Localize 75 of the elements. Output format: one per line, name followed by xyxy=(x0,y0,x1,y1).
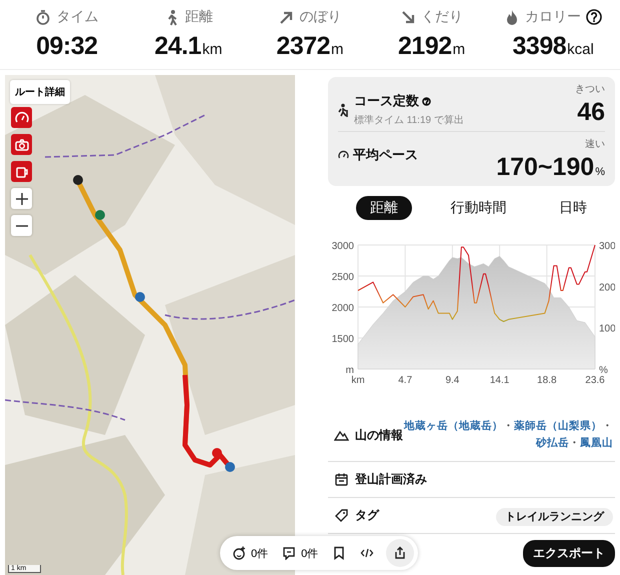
separator-dot: ・ xyxy=(503,419,514,434)
section-title: 登山計画済み xyxy=(355,471,427,488)
separator-dot: ・ xyxy=(602,419,613,434)
smiley-plus-icon xyxy=(232,546,246,560)
course-constant-title: コース定数 xyxy=(354,92,419,110)
chart-tab[interactable]: 行動時間 xyxy=(436,196,520,220)
x-axis-label: 14.1 xyxy=(490,375,510,386)
separator-dot: ・ xyxy=(569,436,580,451)
plus-icon xyxy=(16,192,28,204)
share-icon xyxy=(393,546,408,560)
stat-unit: m xyxy=(331,41,344,58)
pace-rating: 速い xyxy=(585,138,605,151)
camera-button[interactable] xyxy=(11,134,32,155)
average-pace-value: 170~190 xyxy=(496,153,594,182)
stat-unit: m xyxy=(452,41,466,58)
y-axis-label: 300 xyxy=(599,241,615,252)
zoom-in-button[interactable] xyxy=(11,188,32,209)
x-axis-label: km xyxy=(351,375,365,386)
stopwatch-icon xyxy=(35,8,52,26)
route-details-button[interactable]: ルート詳細 xyxy=(10,80,70,104)
speedometer-button[interactable] xyxy=(11,107,32,128)
average-pace-title: 平均ペース xyxy=(353,146,418,164)
comment-button[interactable]: 0件 xyxy=(280,544,320,562)
y-axis-label: 3000 xyxy=(332,241,354,252)
mountain-link[interactable]: 地蔵ヶ岳（地蔵岳） xyxy=(404,418,503,435)
y-axis-label: 2000 xyxy=(332,303,354,314)
camera-icon xyxy=(14,136,30,152)
y-axis-label: 1500 xyxy=(332,334,354,345)
stat-label: カロリー xyxy=(525,8,582,26)
stat-label: くだり xyxy=(421,8,464,26)
chart-tab[interactable]: 距離 xyxy=(356,196,412,220)
code-icon xyxy=(360,546,374,560)
y-axis-label: 200 xyxy=(599,282,615,294)
mountain-link[interactable]: 薬師岳（山梨県） xyxy=(514,418,602,435)
speech-bubble-icon xyxy=(282,546,296,560)
stat-unit: kcal xyxy=(567,41,594,58)
chart-tab[interactable]: 日時 xyxy=(545,196,601,220)
mug-button[interactable] xyxy=(11,161,32,182)
difficulty-rating: きつい xyxy=(575,83,605,96)
stat-value: 24.1 xyxy=(154,32,202,61)
speedometer-icon xyxy=(338,150,349,160)
y-axis-label: % xyxy=(599,365,608,376)
stat-value: 2372 xyxy=(276,32,330,61)
section-title: タグ xyxy=(355,507,379,524)
stat-value: 2192 xyxy=(398,32,452,61)
x-axis-label: 18.8 xyxy=(537,375,557,386)
course-constant-value: 46 xyxy=(577,98,605,127)
y-axis-label: m xyxy=(346,365,354,376)
x-axis-label: 4.7 xyxy=(398,375,412,386)
stat-unit: km xyxy=(202,41,222,58)
arrow-down-right-icon xyxy=(400,8,416,26)
minus-icon xyxy=(16,224,28,226)
tag-icon xyxy=(334,508,349,523)
stat-label: タイム xyxy=(56,8,98,26)
y-axis-label: 2500 xyxy=(332,272,354,283)
reaction-button[interactable]: 0件 xyxy=(230,544,270,562)
x-axis-label: 9.4 xyxy=(445,375,460,386)
x-axis-label: 23.6 xyxy=(585,375,605,386)
stat-label: のぼり xyxy=(299,8,342,26)
stat-value: 09:32 xyxy=(36,32,98,61)
stat-label: 距離 xyxy=(184,8,213,26)
stat-value: 3398 xyxy=(512,32,566,61)
y-axis-label: 100 xyxy=(599,324,615,335)
mountain-link[interactable]: 砂払岳 xyxy=(536,435,569,452)
tag-chip[interactable]: トレイルランニング xyxy=(496,508,613,526)
hiker-icon xyxy=(338,102,350,116)
share-button[interactable] xyxy=(386,539,414,567)
bookmark-icon xyxy=(332,546,346,560)
mountain-link[interactable]: 鳳凰山 xyxy=(580,435,613,452)
section-title: 山の情報 xyxy=(355,426,403,444)
pace-unit: % xyxy=(595,166,605,178)
zoom-out-button[interactable] xyxy=(11,215,32,236)
standard-time-note: 標準タイム 11:19 で算出 xyxy=(354,114,464,127)
calendar-icon xyxy=(334,472,349,487)
export-button[interactable]: エクスポート xyxy=(523,540,615,567)
